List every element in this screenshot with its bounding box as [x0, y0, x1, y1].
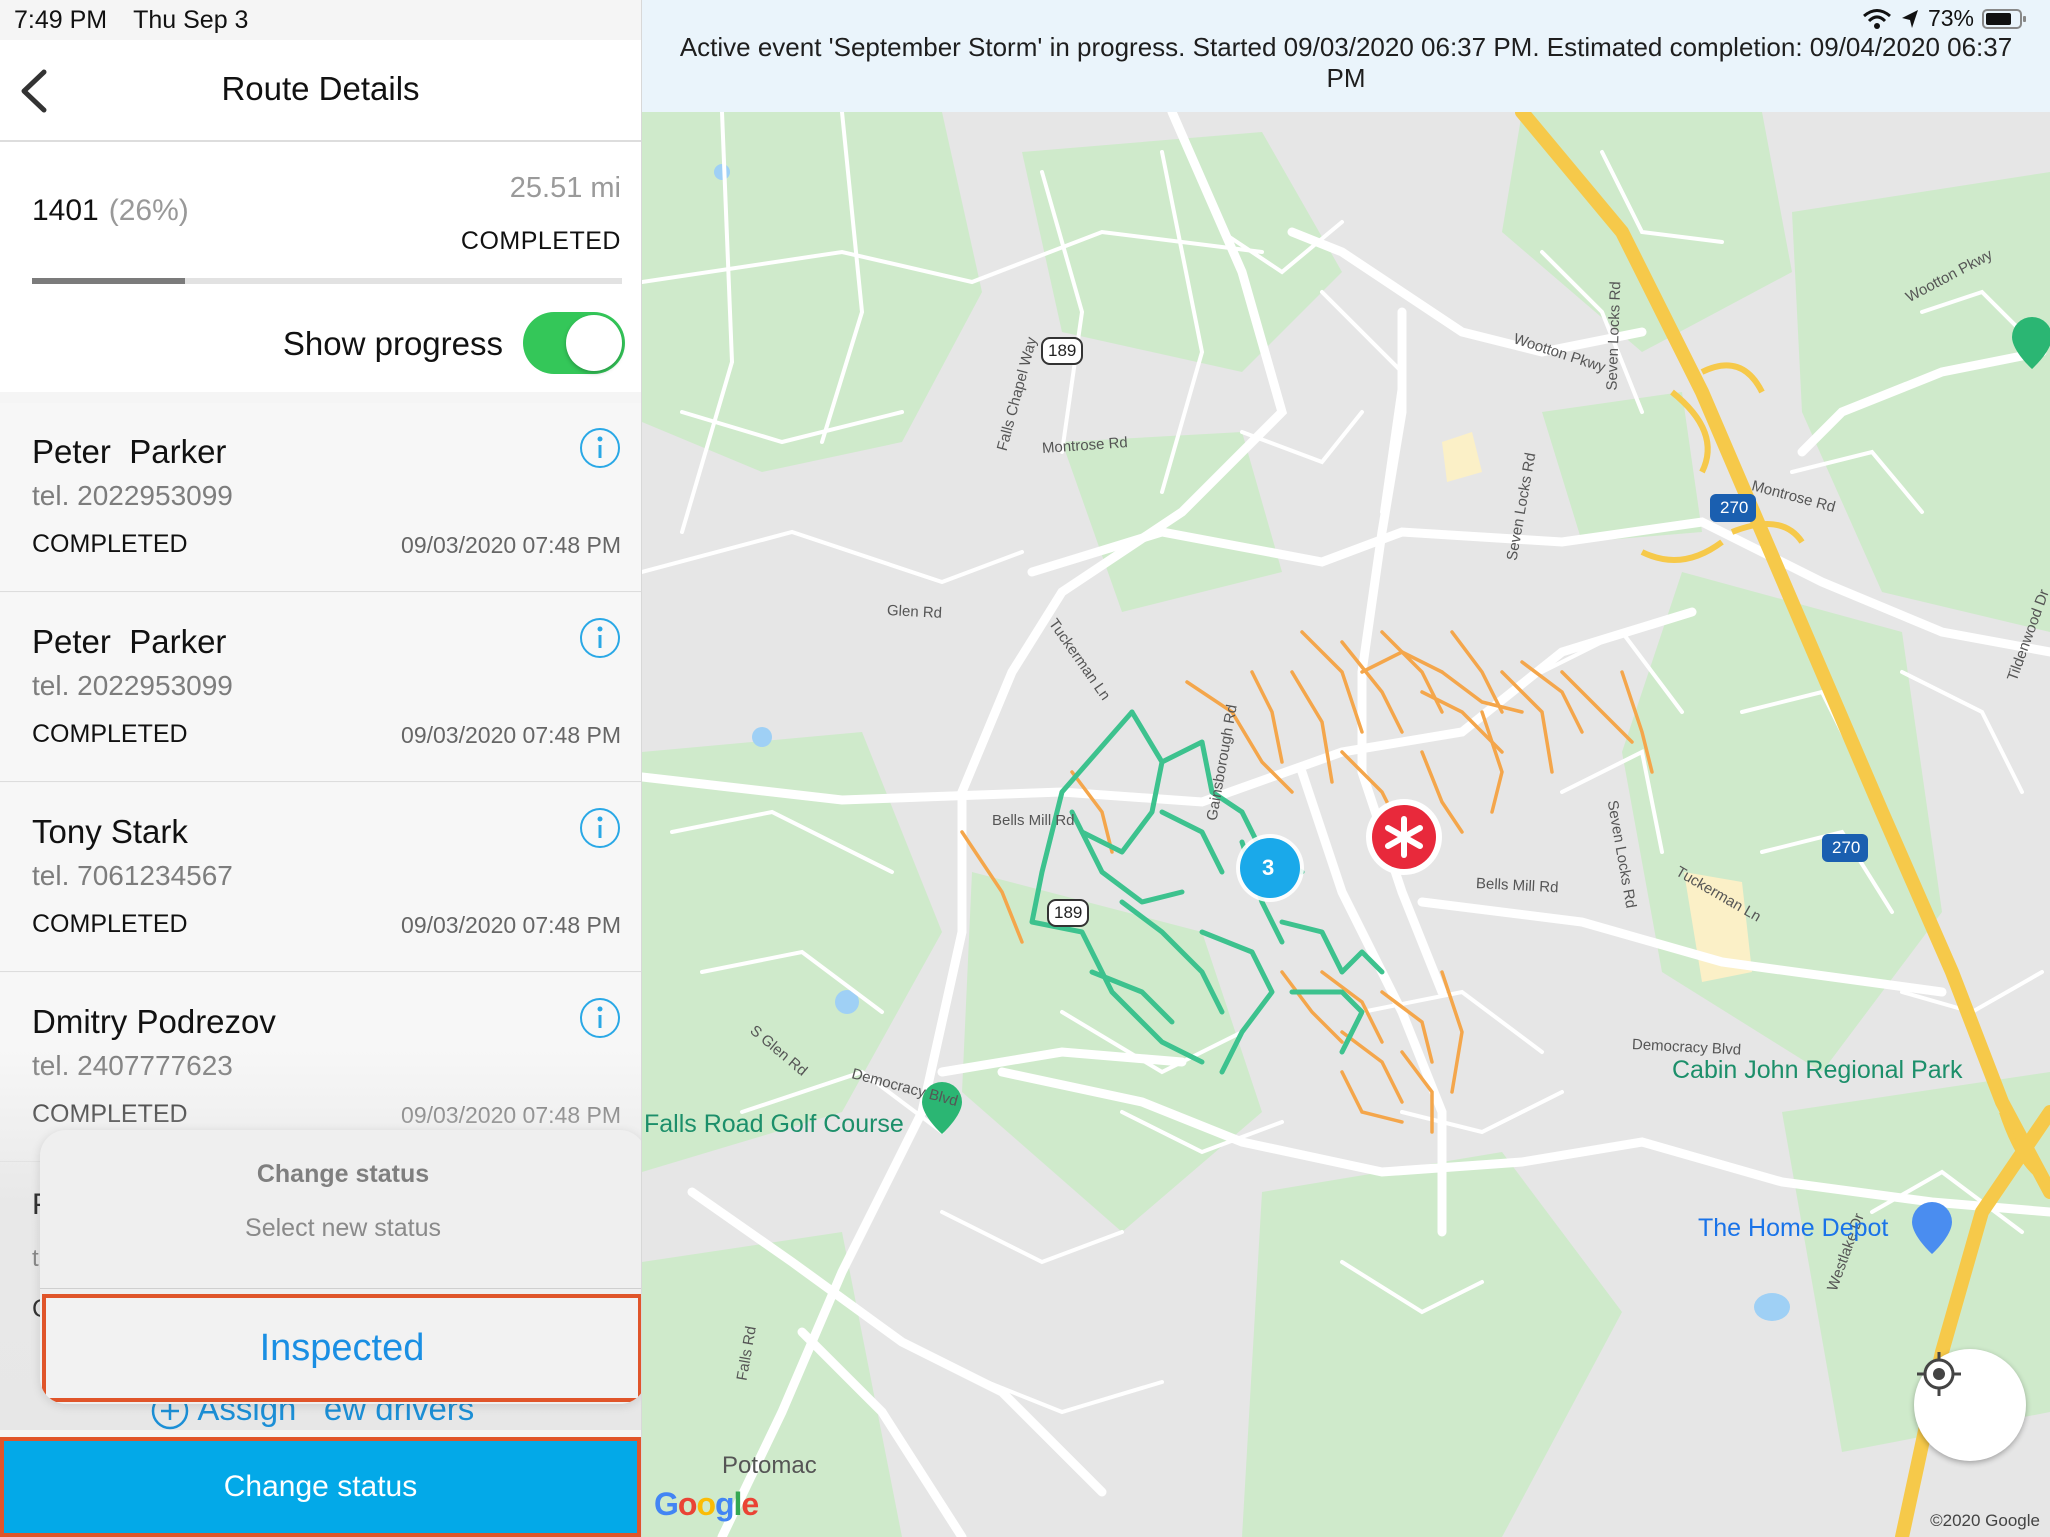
map-view[interactable]: Wootton Pkwy Wootton Pkwy Falls Chapel Way…	[642, 112, 2050, 1537]
stop-list-item[interactable]: Tony Stark tel. 7061234567 COMPLETED 09/03/…	[0, 783, 641, 972]
crosshair-icon	[1917, 1352, 1961, 1396]
divider	[40, 1288, 641, 1289]
action-sheet-title: Change status	[256, 1160, 430, 1188]
google-logo: Google	[654, 1486, 759, 1522]
info-icon	[580, 618, 620, 658]
change-status-action-sheet: Change status Select new status Inspecte…	[40, 1130, 641, 1404]
status-bar-right: 73%	[1862, 5, 2028, 32]
status-bar-left: 7:49 PM Thu Sep 3	[14, 6, 248, 35]
stop-date: 09/03/2020 07:48 PM	[401, 912, 621, 938]
stop-name: Tony Stark	[32, 813, 188, 850]
route-shield-label: 270	[1720, 498, 1749, 517]
partial-list-text: t	[32, 1245, 39, 1272]
stop-name: Peter Parker	[32, 623, 227, 660]
navigation-bar: Route Details	[0, 40, 641, 142]
poi-cabin-john-regional-park[interactable]: Cabin John Regional Park	[1672, 1056, 1962, 1085]
stop-status: COMPLETED	[32, 530, 188, 558]
poi-potomac: Potomac	[722, 1452, 817, 1479]
stop-phone: tel. 2022953099	[32, 480, 233, 511]
road-label: Glen Rd	[886, 602, 943, 622]
route-shield-label: 189	[1048, 341, 1077, 360]
poi-falls-road-golf-course[interactable]: Falls Road Golf Course	[644, 1110, 904, 1139]
page-title: Route Details	[221, 70, 420, 107]
status-time: 7:49 PM	[14, 6, 108, 34]
map-copyright: ©2020 Google	[1930, 1511, 2040, 1530]
info-icon	[580, 998, 620, 1038]
route-shield-label: 189	[1054, 903, 1083, 922]
stop-phone: tel. 2022953099	[32, 670, 233, 701]
map-canvas	[642, 112, 2050, 1537]
inspected-option-button[interactable]: Inspected	[42, 1294, 641, 1402]
change-status-button[interactable]: Change status	[0, 1437, 641, 1537]
route-distance: 25.51 mi	[509, 172, 621, 204]
route-shield-label: 270	[1832, 838, 1861, 857]
stop-status: COMPLETED	[32, 720, 188, 748]
stop-status: COMPLETED	[32, 910, 188, 938]
poi-home-depot[interactable]: The Home Depot	[1698, 1214, 1888, 1243]
info-button[interactable]	[579, 997, 621, 1039]
event-banner: 73% Active event 'September Storm' in pr…	[642, 0, 2050, 112]
route-percent: (26%)	[108, 194, 189, 227]
battery-icon	[1982, 8, 2026, 29]
status-date: Thu Sep 3	[133, 6, 249, 34]
route-details-panel: 7:49 PM Thu Sep 3 Route Details 1401 (26%)…	[0, 0, 642, 1537]
route-progress-fill	[32, 278, 186, 284]
stop-name: Peter Parker	[32, 433, 227, 470]
wifi-icon	[1862, 8, 1891, 29]
show-progress-toggle[interactable]	[523, 312, 625, 374]
route-number-value: 1401	[32, 194, 99, 227]
stop-list-item[interactable]: Peter Parker tel. 2022953099 COMPLETED 09/0…	[0, 403, 641, 592]
route-status: COMPLETED	[460, 227, 621, 255]
info-button[interactable]	[579, 617, 621, 659]
stop-name: Dmitry Podrezov	[32, 1003, 276, 1040]
map-panel: 73% Active event 'September Storm' in pr…	[642, 0, 2050, 1537]
stop-date: 09/03/2020 07:48 PM	[401, 532, 621, 558]
hazard-marker	[1366, 799, 1442, 875]
location-arrow-icon	[1901, 9, 1918, 28]
route-progress-bar	[32, 278, 622, 284]
battery-percent: 73%	[1927, 5, 1974, 31]
action-sheet-message: Select new status	[245, 1214, 441, 1242]
park-areas	[642, 112, 2050, 1537]
event-banner-text: Active event 'September Storm' in progre…	[679, 32, 2013, 93]
toggle-knob	[566, 315, 622, 371]
stop-date: 09/03/2020 07:48 PM	[401, 722, 621, 748]
info-button[interactable]	[579, 427, 621, 469]
road-label: Bells Mill Rd	[992, 812, 1075, 829]
locate-me-button[interactable]	[1914, 1349, 2026, 1461]
info-icon	[580, 428, 620, 468]
show-progress-label: Show progress	[282, 325, 503, 362]
info-icon	[580, 808, 620, 848]
route-number: 1401 (26%)	[32, 194, 189, 228]
info-button[interactable]	[579, 807, 621, 849]
stop-phone: tel. 7061234567	[32, 860, 233, 891]
cluster-count[interactable]: 3	[1262, 855, 1274, 881]
route-summary: 1401 (26%) 25.51 mi COMPLETED Show progre…	[0, 142, 641, 392]
stop-list-item[interactable]: Peter Parker tel. 2022953099 COMPLETED 09/0…	[0, 593, 641, 782]
